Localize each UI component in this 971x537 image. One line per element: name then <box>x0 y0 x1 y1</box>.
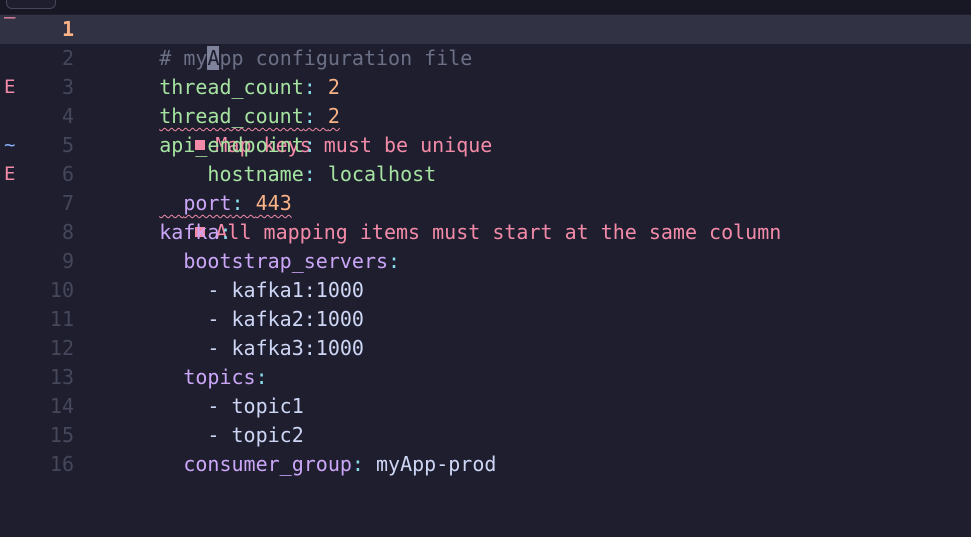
line-number: 2 <box>61 46 74 70</box>
line-number: 1 <box>61 17 74 41</box>
error-sign: E <box>4 163 16 185</box>
code-line-8[interactable]: 8 bootstrap_servers: <box>0 218 971 273</box>
code-line-6[interactable]: E 6 port: 443 All mapping items must sta… <box>0 160 971 244</box>
line-number: 11 <box>49 307 74 331</box>
git-removed-sign: – <box>4 6 16 28</box>
line-number: 13 <box>49 365 74 389</box>
line-number: 9 <box>61 249 74 273</box>
line-number: 8 <box>61 220 74 244</box>
code-line-15[interactable]: 15 consumer_group: myApp-prod <box>0 421 971 476</box>
code-line-1[interactable]: – 1 # myApp configuration file <box>0 6 971 70</box>
code-line-12[interactable]: 12 topics: <box>0 334 971 389</box>
window-top-strip <box>0 0 971 14</box>
line-number: 5 <box>61 133 74 157</box>
code-line-10[interactable]: 10 - kafka2:1000 <box>0 276 971 331</box>
line-number: 12 <box>49 336 74 360</box>
line-number: 15 <box>49 423 74 447</box>
code-line-7[interactable]: 7 kafka: <box>0 189 971 244</box>
line-number: 7 <box>61 191 74 215</box>
line-number: 16 <box>49 452 74 476</box>
code-line-3[interactable]: E 3 thread_count: 2 Map keys must be uni… <box>0 73 971 157</box>
code-line-2[interactable]: 2 thread_count: 2 <box>0 44 971 99</box>
line-number: 3 <box>61 75 74 99</box>
line-number: 14 <box>49 394 74 418</box>
line-number: 6 <box>61 162 74 186</box>
code-line-11[interactable]: 11 - kafka3:1000 <box>0 305 971 360</box>
error-sign: E <box>4 76 16 98</box>
code-line-14[interactable]: 14 - topic2 <box>0 392 971 447</box>
code-line-13[interactable]: 13 - topic1 <box>0 363 971 418</box>
code-line-4[interactable]: 4 api_endpoint: <box>0 102 971 157</box>
code-line-9[interactable]: 9 - kafka1:1000 <box>0 247 971 302</box>
line-number: 10 <box>49 278 74 302</box>
code-line-16[interactable]: 16 <box>0 450 971 479</box>
line-number: 4 <box>61 104 74 128</box>
code-editor[interactable]: – 1 # myApp configuration file 2 thread_… <box>0 6 971 479</box>
code-line-5[interactable]: ~ 5 hostname: localhost <box>0 131 971 186</box>
git-modified-sign: ~ <box>4 134 16 156</box>
